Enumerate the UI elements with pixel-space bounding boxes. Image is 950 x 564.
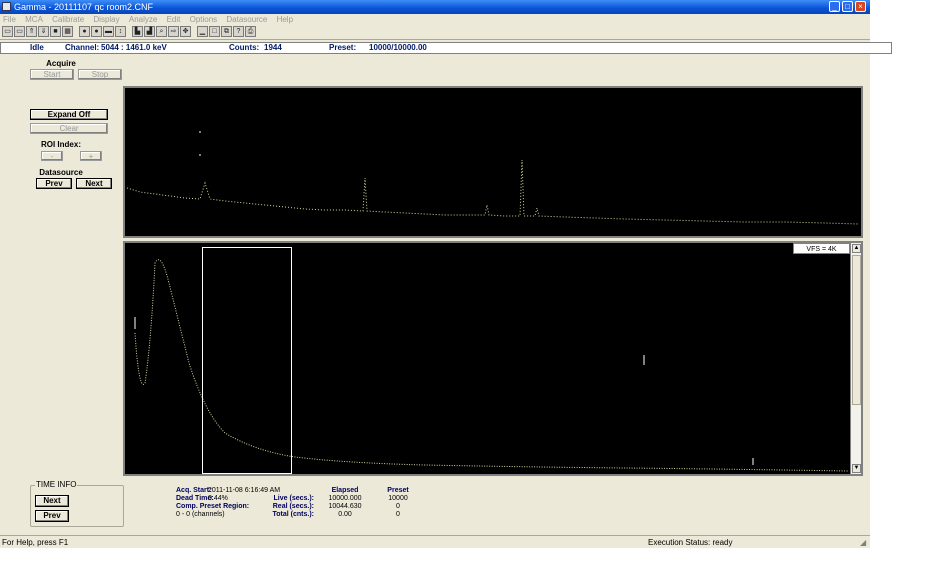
full-spectrum-view[interactable] [123, 86, 863, 238]
menu-file[interactable]: File [3, 15, 16, 24]
title-bar[interactable]: Gamma - 20111107 qc room2.CNF _ □ × [0, 0, 870, 14]
menu-analyze[interactable]: Analyze [129, 15, 157, 24]
stop-button[interactable]: Stop [78, 69, 122, 80]
app-icon [2, 2, 11, 11]
arrow-icon[interactable]: ⇨ [168, 26, 179, 37]
expanded-spectrum-view[interactable]: VFS = 4K ▲ ▼ [123, 241, 863, 476]
channel-value: 5044 : 1461.0 keV [101, 43, 167, 52]
acquisition-status-row: Idle Channel: 5044 : 1461.0 keV Counts: … [0, 41, 892, 54]
full-spectrum-plot [126, 131, 860, 225]
lin-scale-icon[interactable]: ▙ [132, 26, 143, 37]
roi-index-label: ROI Index: [40, 140, 81, 149]
menu-calibrate[interactable]: Calibrate [52, 15, 84, 24]
real-label: Real (secs.): [272, 503, 314, 510]
total-label: Total (cnts.): [272, 511, 314, 518]
menu-mca[interactable]: MCA [25, 15, 43, 24]
vertical-scale-scrollbar[interactable]: ▲ ▼ [850, 243, 861, 474]
acquire-label: Acquire [46, 59, 76, 68]
full-spectrum-trace [126, 159, 860, 225]
real-preset: 0 [396, 503, 400, 510]
peak-icon[interactable]: ↕ [115, 26, 126, 37]
menu-bar: File MCA Calibrate Display Analyze Edit … [0, 14, 870, 25]
roi-prev-button[interactable]: - [41, 151, 63, 161]
time-info-group: TIME INFO Next Prev [30, 480, 124, 527]
control-panel: Acquire Start Stop Expand Off Clear ROI … [0, 55, 122, 475]
start-button[interactable]: Start [30, 69, 74, 80]
elapsed-header: Elapsed [331, 487, 359, 494]
app-window: Gamma - 20111107 qc room2.CNF _ □ × File… [0, 0, 892, 549]
time-info-next-button[interactable]: Next [35, 495, 69, 507]
tile-view-icon[interactable]: ⧉ [221, 26, 232, 37]
readout-box: Channel: 5044 : 1461.0 keV Counts: 1944 … [61, 42, 892, 54]
record-icon[interactable]: ● [79, 26, 90, 37]
help-hint: For Help, press F1 [2, 538, 69, 547]
clear-button[interactable]: Clear [30, 123, 108, 134]
acq-start-label: Acq. Start: [176, 487, 212, 494]
scroll-thumb[interactable] [852, 255, 861, 405]
menu-help[interactable]: Help [277, 15, 293, 24]
resize-grip-icon[interactable]: ◢ [860, 537, 866, 548]
disk-icon[interactable]: ■ [50, 26, 61, 37]
state-text: Idle [30, 43, 44, 52]
maximize-button[interactable]: □ [842, 1, 853, 12]
help-icon[interactable]: ? [233, 26, 244, 37]
minimize-button[interactable]: _ [829, 1, 840, 12]
dead-time-value: 0.44% [208, 495, 228, 502]
menu-options[interactable]: Options [190, 15, 218, 24]
total-preset: 0 [396, 511, 400, 518]
stop-record-icon[interactable]: ● [91, 26, 102, 37]
status-bar: For Help, press F1 Execution Status: rea… [0, 535, 870, 549]
counts-value: 1944 [264, 43, 282, 52]
datasource-label: Datasource [39, 168, 83, 177]
menu-datasource[interactable]: Datasource [226, 15, 267, 24]
comp-preset-label: Comp. Preset Region: [176, 503, 250, 510]
time-info-title: TIME INFO [35, 480, 78, 489]
acq-start-value: 2011-11-08 6:16:49 AM [208, 487, 281, 494]
menu-edit[interactable]: Edit [167, 15, 181, 24]
live-label: Live (secs.): [273, 495, 314, 502]
datasource-next-button[interactable]: Next [76, 178, 112, 189]
minimize-view-icon[interactable]: ▁ [197, 26, 208, 37]
open-file-icon[interactable]: ▭ [2, 26, 13, 37]
live-preset: 10000 [388, 495, 408, 502]
move-icon[interactable]: ✥ [180, 26, 191, 37]
time-info-prev-button[interactable]: Prev [35, 510, 69, 522]
channels-value: 0 - 0 (channels) [176, 511, 225, 518]
scroll-down-icon[interactable]: ▼ [852, 464, 861, 473]
close-button[interactable]: × [855, 1, 866, 12]
load-icon[interactable]: ⇑ [26, 26, 37, 37]
open-datasource-icon[interactable]: ▭ [14, 26, 25, 37]
toolbar: ▭ ▭ ⇑ ⇓ ■ ▦ ● ● ▬ ↕ ▙ ▟ ⌕ ⇨ ✥ ▁ □ ⧉ ? ⎙ [0, 25, 870, 40]
save-icon[interactable]: ⇓ [38, 26, 49, 37]
clear-icon[interactable]: ▬ [103, 26, 114, 37]
vfs-indicator[interactable]: VFS = 4K [793, 243, 850, 254]
expand-button[interactable]: Expand Off [30, 109, 108, 120]
zoom-icon[interactable]: ⌕ [156, 26, 167, 37]
window-title: Gamma - 20111107 qc room2.CNF [14, 2, 154, 12]
state-box: Idle [0, 42, 62, 54]
restore-view-icon[interactable]: □ [209, 26, 220, 37]
roi-region-box[interactable] [202, 247, 292, 474]
preset-value: 10000/10000.00 [369, 43, 427, 52]
preset-label: Preset: [329, 43, 357, 52]
print-icon[interactable]: ⎙ [245, 26, 256, 37]
scroll-up-icon[interactable]: ▲ [852, 244, 861, 253]
execution-status: Execution Status: ready [648, 538, 733, 547]
total-elapsed: 0.00 [338, 511, 352, 518]
preset-header: Preset [387, 487, 409, 494]
datasource-prev-button[interactable]: Prev [36, 178, 72, 189]
channel-label: Channel: [65, 43, 100, 52]
roi-next-button[interactable]: + [80, 151, 102, 161]
real-elapsed: 10044.630 [328, 503, 362, 510]
live-elapsed: 10000.000 [328, 495, 362, 502]
counts-label: Counts: [229, 43, 260, 52]
log-scale-icon[interactable]: ▟ [144, 26, 155, 37]
report-icon[interactable]: ▦ [62, 26, 73, 37]
menu-display[interactable]: Display [93, 15, 119, 24]
